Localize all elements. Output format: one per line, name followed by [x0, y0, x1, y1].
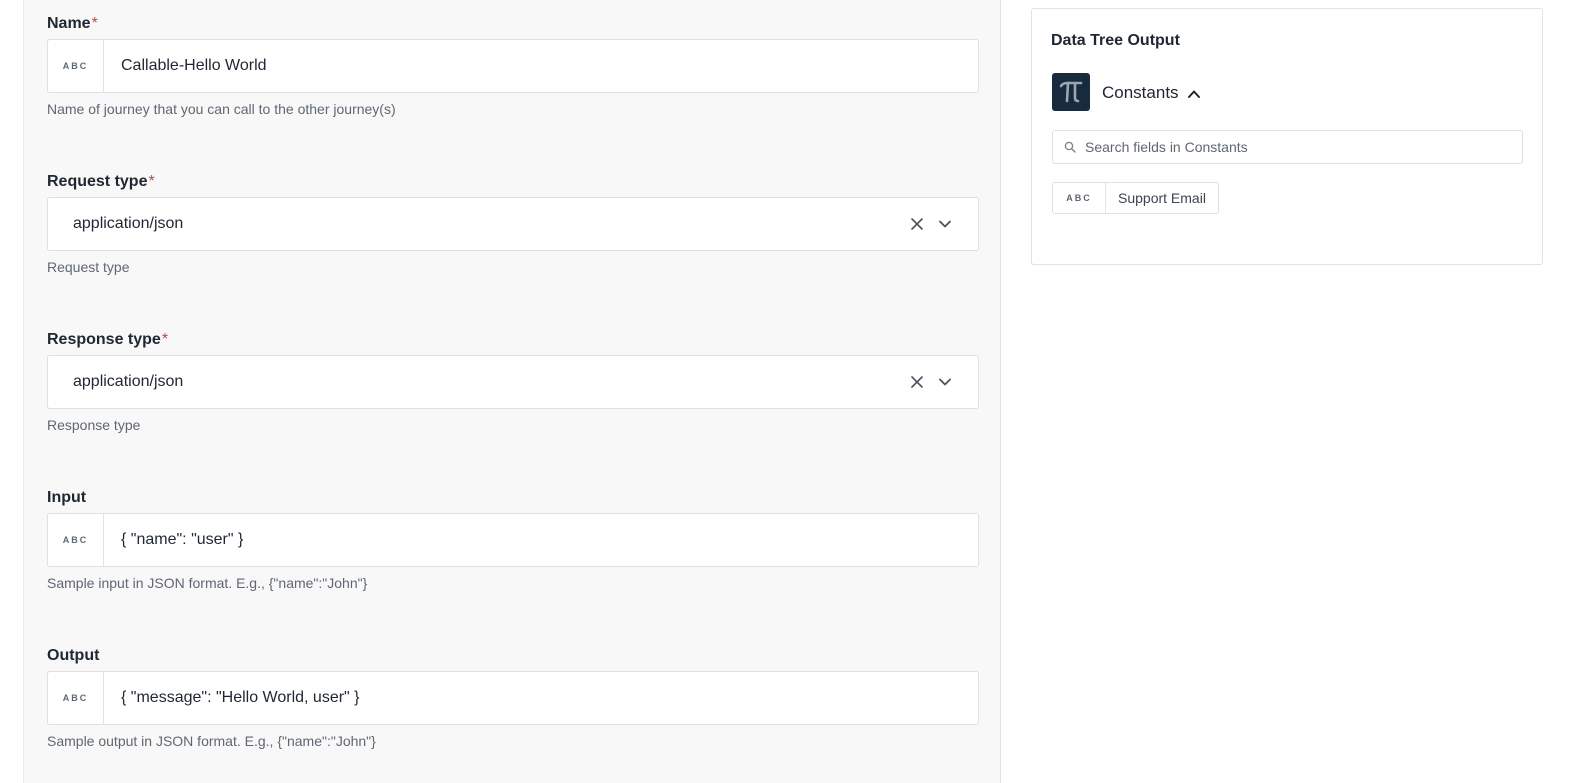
response-type-field-group: Response type* application/json Response…: [47, 330, 979, 433]
string-type-badge: ABC: [1053, 183, 1106, 213]
close-icon[interactable]: [910, 217, 924, 231]
required-mark: *: [91, 15, 98, 32]
constants-search-input[interactable]: [1085, 139, 1505, 155]
response-type-selected-value: application/json: [73, 373, 184, 390]
string-type-badge: ABC: [48, 40, 104, 92]
chevron-up-icon[interactable]: [1187, 87, 1201, 105]
data-tree-output-card: Data Tree Output Constants ABC Support E…: [1031, 8, 1543, 265]
constants-search-box[interactable]: [1052, 130, 1523, 164]
chevron-down-icon[interactable]: [938, 217, 952, 231]
constant-field-chip[interactable]: ABC Support Email: [1052, 182, 1219, 214]
output-helper-text: Sample output in JSON format. E.g., {"na…: [47, 733, 376, 749]
response-type-label: Response type: [47, 331, 161, 348]
close-icon[interactable]: [910, 375, 924, 389]
input-sample-field[interactable]: ABC { "name": "user" }: [47, 513, 979, 567]
response-type-select[interactable]: application/json: [47, 355, 979, 409]
string-type-badge: ABC: [48, 672, 104, 724]
chevron-down-icon[interactable]: [938, 375, 952, 389]
required-mark: *: [148, 173, 155, 190]
request-type-field-group: Request type* application/json Request t…: [47, 172, 979, 275]
input-label: Input: [47, 489, 87, 506]
required-mark: *: [161, 331, 169, 348]
output-sample-value[interactable]: { "message": "Hello World, user" }: [104, 689, 978, 707]
constant-field-label: Support Email: [1118, 190, 1206, 206]
request-type-selected-value: application/json: [73, 215, 184, 232]
constants-group-toggle[interactable]: Constants: [1102, 83, 1179, 103]
name-input[interactable]: ABC Callable-Hello World: [47, 39, 979, 93]
response-type-helper-text: Response type: [47, 417, 141, 433]
output-sample-field[interactable]: ABC { "message": "Hello World, user" }: [47, 671, 979, 725]
request-type-select[interactable]: application/json: [47, 197, 979, 251]
output-label: Output: [47, 647, 100, 664]
input-field-group: Input ABC { "name": "user" } Sample inpu…: [47, 488, 979, 591]
name-input-value[interactable]: Callable-Hello World: [104, 57, 978, 75]
journey-form-panel: Name* ABC Callable-Hello World Name of j…: [23, 0, 1001, 783]
name-helper-text: Name of journey that you can call to the…: [47, 101, 396, 117]
request-type-label: Request type: [47, 173, 148, 190]
pi-icon: [1052, 73, 1090, 111]
name-field-group: Name* ABC Callable-Hello World Name of j…: [47, 14, 979, 117]
search-icon: [1064, 141, 1076, 153]
output-field-group: Output ABC { "message": "Hello World, us…: [47, 646, 979, 749]
string-type-badge: ABC: [48, 514, 104, 566]
input-sample-value[interactable]: { "name": "user" }: [104, 531, 978, 549]
name-label: Name: [47, 15, 91, 32]
request-type-helper-text: Request type: [47, 259, 130, 275]
input-helper-text: Sample input in JSON format. E.g., {"nam…: [47, 575, 368, 591]
data-tree-title: Data Tree Output: [1051, 32, 1180, 49]
